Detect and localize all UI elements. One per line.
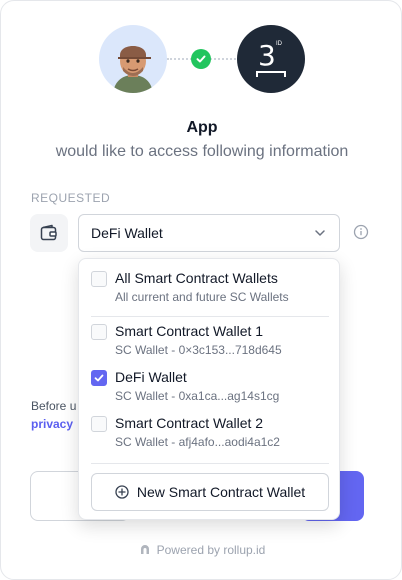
option-subtitle: SC Wallet - 0xa1ca...ag14s1cg <box>115 389 280 403</box>
access-request-text: would like to access following informati… <box>55 143 349 160</box>
option-title: All Smart Contract Wallets <box>115 270 278 286</box>
option-subtitle: SC Wallet - 0×3c153...718d645 <box>115 343 282 357</box>
wallet-select-value: DeFi Wallet <box>91 225 163 241</box>
option-checkbox[interactable] <box>91 416 107 432</box>
option-divider <box>91 463 329 464</box>
option-wallet-2[interactable]: Smart Contract Wallet 2 SC Wallet - afj4… <box>79 411 341 457</box>
powered-by-text[interactable]: Powered by rollup.id <box>157 543 266 557</box>
privacy-link[interactable]: privacy <box>31 415 76 433</box>
option-title: DeFi Wallet <box>115 369 187 385</box>
provider-logo: 3 ID <box>237 25 305 93</box>
new-wallet-button-label: New Smart Contract Wallet <box>136 484 306 500</box>
provider-logo-superscript: ID <box>276 41 282 47</box>
terms-text: Before u privacy <box>31 397 76 433</box>
authorization-card: 3 ID App would like to access following … <box>0 0 402 580</box>
user-avatar <box>99 25 167 93</box>
provider-logo-base <box>256 71 286 77</box>
option-checkbox-checked[interactable] <box>91 370 107 386</box>
option-checkbox[interactable] <box>91 271 107 287</box>
new-wallet-button[interactable]: New Smart Contract Wallet <box>91 473 329 511</box>
terms-prefix: Before u <box>31 399 77 413</box>
checkmark-icon <box>94 374 104 382</box>
option-title: Smart Contract Wallet 2 <box>115 415 264 431</box>
requested-label: REQUESTED <box>31 191 111 205</box>
wallet-select[interactable]: DeFi Wallet <box>78 214 340 252</box>
info-icon[interactable] <box>353 224 369 240</box>
option-subtitle: SC Wallet - afj4afo...aodi4a1c2 <box>115 435 280 449</box>
wallet-icon <box>30 214 68 252</box>
option-checkbox[interactable] <box>91 324 107 340</box>
rollup-logo-icon <box>140 545 149 554</box>
option-all-wallets[interactable]: All Smart Contract Wallets All current a… <box>79 259 341 313</box>
app-name: App <box>186 119 218 136</box>
option-subtitle: All current and future SC Wallets <box>115 290 289 304</box>
provider-logo-text: 3 <box>258 39 276 72</box>
chevron-down-icon <box>315 230 325 236</box>
connected-check-icon <box>191 49 211 69</box>
user-avatar-icon <box>113 46 153 93</box>
wallet-dropdown-menu: All Smart Contract Wallets All current a… <box>78 258 340 520</box>
option-wallet-1[interactable]: Smart Contract Wallet 1 SC Wallet - 0×3c… <box>79 319 341 365</box>
option-defi-wallet[interactable]: DeFi Wallet SC Wallet - 0xa1ca...ag14s1c… <box>79 365 341 411</box>
option-divider <box>91 316 329 317</box>
plus-circle-icon <box>115 485 129 499</box>
powered-by: Powered by rollup.id <box>1 543 401 557</box>
option-title: Smart Contract Wallet 1 <box>115 323 264 339</box>
